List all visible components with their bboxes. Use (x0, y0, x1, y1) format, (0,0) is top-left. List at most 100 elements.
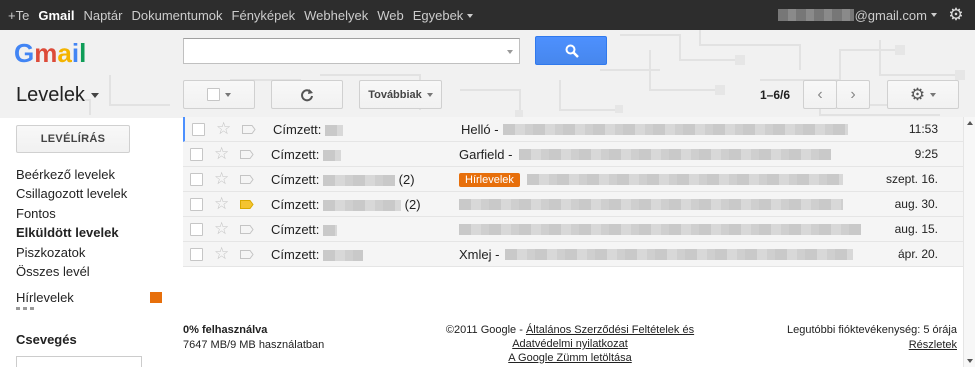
select-all-checkbox[interactable] (207, 88, 220, 101)
importance-marker-icon[interactable] (240, 250, 254, 259)
settings-gear-icon[interactable]: ⚙ (947, 6, 965, 24)
buzz-download-link[interactable]: A Google Zümm letöltása (508, 352, 632, 364)
label-name: Hírlevelek (16, 290, 74, 306)
chevron-right-icon: › (850, 85, 856, 103)
usage-percent: 0% felhasználva (183, 324, 268, 336)
star-icon[interactable]: ☆ (216, 119, 231, 139)
nav-sites[interactable]: Webhelyek (304, 8, 368, 23)
account-menu[interactable]: @gmail.com (777, 0, 937, 30)
mail-subject: Garfield - (459, 147, 513, 162)
compose-button[interactable]: LEVÉLÍRÁS (16, 125, 130, 153)
prev-page-button[interactable]: ‹ (803, 80, 837, 109)
star-icon[interactable]: ☆ (214, 194, 229, 214)
mail-date: 9:25 (914, 147, 938, 161)
refresh-icon (301, 88, 313, 101)
scroll-up-icon[interactable] (967, 121, 973, 125)
mail-recipient: Címzett: (2) (271, 197, 421, 212)
nav-documents[interactable]: Dokumentumok (131, 8, 222, 23)
mail-row[interactable]: ☆ Címzett: Xmlej - ápr. 20. (183, 242, 963, 267)
row-checkbox[interactable] (190, 148, 203, 161)
label-color-swatch[interactable] (150, 292, 162, 304)
chevron-down-icon (930, 92, 937, 97)
nav-more[interactable]: Egyebek (413, 8, 474, 23)
sidebar-item-inbox[interactable]: Beérkező levelek (16, 165, 166, 184)
select-all-button[interactable] (183, 80, 255, 109)
importance-marker-icon[interactable] (240, 200, 254, 209)
chevron-down-icon (225, 92, 231, 97)
star-icon[interactable]: ☆ (214, 244, 229, 264)
scrollbar[interactable] (963, 117, 975, 367)
star-icon[interactable]: ☆ (214, 169, 229, 189)
nav-calendar[interactable]: Naptár (83, 8, 122, 23)
terms-link[interactable]: Általános Szerződési Feltételek és (526, 324, 694, 336)
scroll-down-icon[interactable] (967, 359, 973, 363)
next-page-button[interactable]: › (836, 80, 870, 109)
more-actions-button[interactable]: Továbbiak (359, 80, 442, 109)
mail-row[interactable]: ☆ Címzett: aug. 15. (183, 217, 963, 242)
sidebar-nav: Beérkező levelek Csillagozott levelek Fo… (16, 165, 166, 308)
header: Gmail Levelek Továbbiak 1–6/6 ‹ › ⚙ (0, 30, 975, 118)
pagination-count: 1–6/6 (760, 88, 791, 102)
nav-more-label: Egyebek (412, 7, 464, 23)
sidebar-item-starred[interactable]: Csillagozott levelek (16, 184, 166, 203)
mail-row[interactable]: ☆ Címzett: Garfield - 9:25 (183, 142, 963, 167)
nav-gmail[interactable]: Gmail (38, 8, 74, 23)
row-checkbox[interactable] (192, 123, 205, 136)
mail-recipient: Címzett: (271, 222, 338, 237)
settings-button[interactable]: ⚙ (887, 80, 959, 109)
star-icon[interactable]: ☆ (214, 144, 229, 164)
nav-photos[interactable]: Fényképek (232, 8, 296, 23)
activity-details-link[interactable]: Részletek (909, 339, 957, 351)
importance-marker-icon[interactable] (240, 175, 254, 184)
row-checkbox[interactable] (190, 173, 203, 186)
mail-recipient: Címzett: (271, 147, 342, 162)
chat-title: Csevegés (16, 332, 77, 347)
row-checkbox[interactable] (190, 248, 203, 261)
sidebar-item-label-newsletters[interactable]: Hírlevelek (16, 288, 166, 307)
label-tag-newsletters[interactable]: Hírlevelek (459, 173, 520, 187)
mail-snippet-redacted (519, 149, 831, 160)
mail-recipient: Címzett: (271, 247, 364, 262)
sidebar-item-sent[interactable]: Elküldött levelek (16, 223, 166, 242)
mail-date: aug. 30. (894, 197, 938, 211)
importance-marker-icon[interactable] (242, 125, 256, 134)
chevron-down-icon (426, 92, 433, 97)
nav-plus[interactable]: +Te (8, 8, 29, 23)
importance-marker-icon[interactable] (240, 150, 254, 159)
row-checkbox[interactable] (190, 223, 203, 236)
search-options-arrow-icon[interactable] (507, 50, 513, 54)
search-button[interactable] (535, 36, 607, 65)
chevron-left-icon: ‹ (817, 85, 823, 103)
usage-detail: 7647 MB/9 MB használatban (183, 339, 325, 351)
mail-date: 11:53 (908, 122, 938, 136)
sidebar-item-important[interactable]: Fontos (16, 204, 166, 223)
account-email-suffix: @gmail.com (854, 7, 927, 23)
star-icon[interactable]: ☆ (214, 219, 229, 239)
copyright: ©2011 Google - (445, 324, 523, 336)
mail-row[interactable]: ☆ Címzett: (2) aug. 30. (183, 192, 963, 217)
mail-row[interactable]: ☆ Címzett: Helló - 11:53 (183, 117, 963, 142)
search-input[interactable] (183, 38, 520, 64)
mail-title-menu[interactable]: Levelek (16, 84, 99, 107)
thread-count: (2) (398, 172, 415, 187)
thread-count: (2) (404, 197, 421, 212)
refresh-button[interactable] (271, 80, 343, 109)
chevron-down-icon (90, 93, 99, 99)
mail-snippet-redacted (459, 199, 843, 210)
mail-snippet-redacted (505, 249, 853, 260)
chat-search-input[interactable] (16, 356, 142, 367)
privacy-link[interactable]: Adatvédelmi nyilatkozat (512, 338, 628, 350)
gmail-logo[interactable]: Gmail (14, 38, 90, 68)
mail-recipient: Címzett: (273, 122, 344, 137)
more-actions-label: Továbbiak (368, 88, 422, 101)
sidebar-item-all-mail[interactable]: Összes levél (16, 262, 166, 281)
mail-subject: Helló - (461, 122, 499, 137)
mail-row[interactable]: ☆ Címzett: (2) Hírlevelek szept. 16. (183, 167, 963, 192)
gear-icon: ⚙ (909, 84, 926, 104)
row-checkbox[interactable] (190, 198, 203, 211)
chevron-down-icon (931, 13, 937, 17)
importance-marker-icon[interactable] (240, 225, 254, 234)
mail-subject: Xmlej - (459, 247, 500, 262)
nav-web[interactable]: Web (377, 8, 404, 23)
sidebar-item-drafts[interactable]: Piszkozatok (16, 243, 166, 262)
